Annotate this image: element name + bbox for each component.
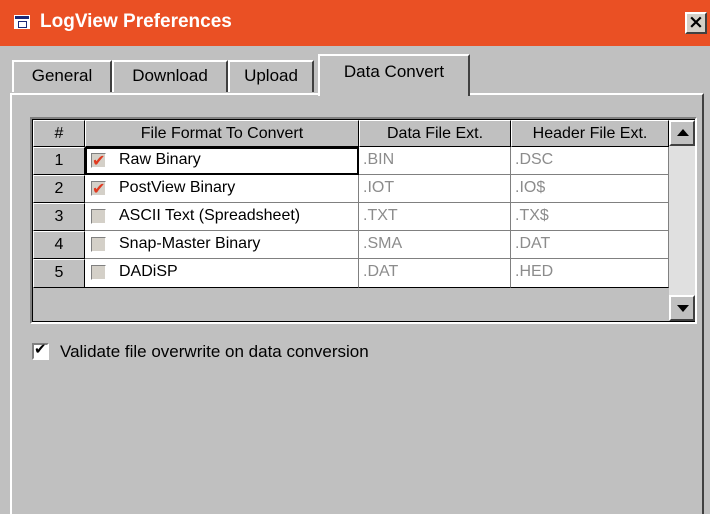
format-enabled-checkbox[interactable] xyxy=(91,209,106,224)
format-name: Raw Binary xyxy=(119,151,201,168)
tab-download[interactable]: Download xyxy=(112,60,228,92)
close-icon: × xyxy=(688,11,704,33)
data-ext-cell[interactable]: .SMA xyxy=(359,231,511,259)
format-enabled-checkbox[interactable] xyxy=(91,265,106,280)
header-ext-cell[interactable]: .IO$ xyxy=(511,175,669,203)
format-cell[interactable]: ASCII Text (Spreadsheet) xyxy=(85,203,359,231)
preferences-window: LogView Preferences × General Download U… xyxy=(0,0,710,514)
data-ext-cell[interactable]: .IOT xyxy=(359,175,511,203)
tab-label: Upload xyxy=(244,66,298,85)
scroll-up-arrow-icon xyxy=(677,129,689,136)
format-cell[interactable]: PostView Binary xyxy=(85,175,359,203)
header-ext-cell[interactable]: .DAT xyxy=(511,231,669,259)
format-cell[interactable]: Snap-Master Binary xyxy=(85,231,359,259)
row-number[interactable]: 1 xyxy=(33,147,85,175)
format-name: Snap-Master Binary xyxy=(119,235,261,252)
header-ext-cell[interactable]: .DSC xyxy=(511,147,669,175)
window-title: LogView Preferences xyxy=(40,11,232,32)
header-ext-cell[interactable]: .HED xyxy=(511,259,669,288)
row-number[interactable]: 5 xyxy=(33,259,85,288)
tab-label: General xyxy=(31,66,93,85)
validate-overwrite-checkbox[interactable] xyxy=(32,340,49,360)
data-ext-cell[interactable]: .TXT xyxy=(359,203,511,231)
scroll-down-arrow-icon xyxy=(677,305,689,312)
format-enabled-checkbox[interactable] xyxy=(91,148,106,174)
validate-overwrite-label[interactable]: Validate file overwrite on data conversi… xyxy=(60,341,369,363)
row-number[interactable]: 3 xyxy=(33,203,85,231)
tab-label: Data Convert xyxy=(343,62,445,81)
data-ext-cell[interactable]: .BIN xyxy=(359,147,511,175)
grid-empty-area xyxy=(33,288,669,321)
format-name: DADiSP xyxy=(119,263,178,280)
scroll-down-button[interactable] xyxy=(669,295,695,321)
column-header-file-format[interactable]: File Format To Convert xyxy=(85,120,359,147)
format-cell[interactable]: DADiSP xyxy=(85,259,359,288)
row-number[interactable]: 4 xyxy=(33,231,85,259)
row-number[interactable]: 2 xyxy=(33,175,85,203)
column-header-data-ext[interactable]: Data File Ext. xyxy=(359,120,511,147)
title-bar[interactable]: LogView Preferences × xyxy=(0,0,710,46)
vertical-scrollbar[interactable] xyxy=(669,120,695,321)
scroll-up-button[interactable] xyxy=(669,120,695,146)
tab-general[interactable]: General xyxy=(12,60,112,92)
tab-data-convert[interactable]: Data Convert xyxy=(318,54,470,96)
header-ext-cell[interactable]: .TX$ xyxy=(511,203,669,231)
app-window-icon xyxy=(14,15,30,29)
format-enabled-checkbox[interactable] xyxy=(91,176,106,202)
file-format-grid: # File Format To Convert Data File Ext. … xyxy=(30,117,697,324)
tab-label: Download xyxy=(132,66,208,85)
data-ext-cell[interactable]: .DAT xyxy=(359,259,511,288)
column-header-header-ext[interactable]: Header File Ext. xyxy=(511,120,669,147)
tab-upload[interactable]: Upload xyxy=(228,60,314,92)
format-cell[interactable]: Raw Binary xyxy=(85,147,359,175)
grid-body: # File Format To Convert Data File Ext. … xyxy=(32,119,695,322)
format-name: PostView Binary xyxy=(119,179,236,196)
column-header-number[interactable]: # xyxy=(33,120,85,147)
format-name: ASCII Text (Spreadsheet) xyxy=(119,207,301,224)
format-enabled-checkbox[interactable] xyxy=(91,237,106,252)
close-button[interactable]: × xyxy=(685,12,707,34)
